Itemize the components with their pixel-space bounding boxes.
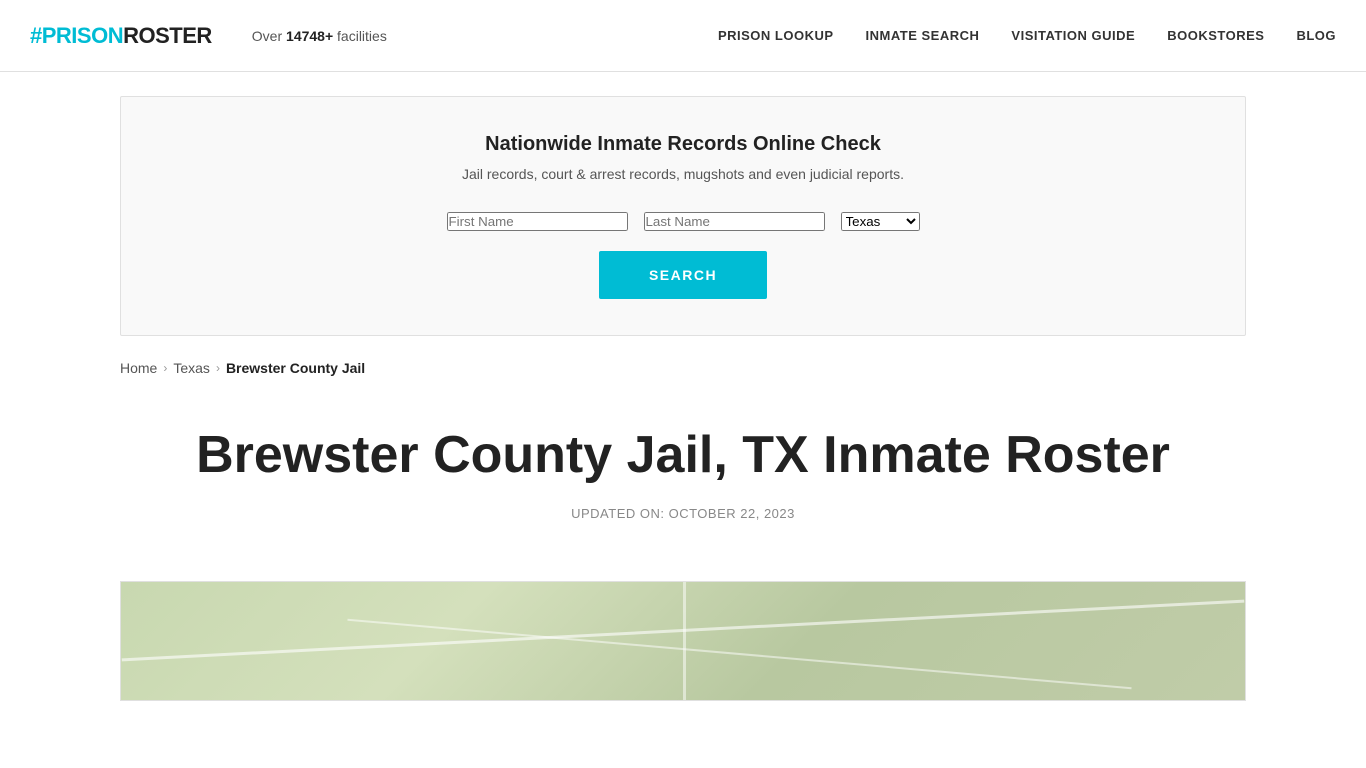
nav-prison-lookup[interactable]: PRISON LOOKUP bbox=[718, 28, 834, 43]
logo-prison: PRISON bbox=[42, 23, 123, 49]
site-logo[interactable]: #PRISONROSTER bbox=[30, 23, 212, 49]
nav-bookstores[interactable]: BOOKSTORES bbox=[1167, 28, 1264, 43]
first-name-input[interactable] bbox=[447, 212, 628, 231]
search-button[interactable]: SEARCH bbox=[599, 251, 767, 299]
search-inputs-row: Texas Alabama Alaska California Florida … bbox=[181, 212, 1185, 231]
breadcrumb-sep-2: › bbox=[216, 361, 220, 375]
facilities-text: Over 14748+ facilities bbox=[252, 28, 387, 44]
search-button-row: SEARCH bbox=[181, 251, 1185, 299]
page-title: Brewster County Jail, TX Inmate Roster bbox=[120, 426, 1246, 486]
breadcrumb-current: Brewster County Jail bbox=[226, 360, 365, 376]
search-title: Nationwide Inmate Records Online Check bbox=[181, 133, 1185, 156]
main-content: Brewster County Jail, TX Inmate Roster U… bbox=[0, 386, 1366, 581]
map-section bbox=[120, 581, 1246, 701]
map-placeholder bbox=[121, 582, 1245, 700]
search-subtitle: Jail records, court & arrest records, mu… bbox=[181, 166, 1185, 182]
main-nav: PRISON LOOKUP INMATE SEARCH VISITATION G… bbox=[718, 28, 1336, 43]
nav-inmate-search[interactable]: INMATE SEARCH bbox=[866, 28, 980, 43]
map-road-vertical bbox=[683, 582, 686, 700]
logo-roster: ROSTER bbox=[123, 23, 212, 49]
logo-hash: # bbox=[30, 23, 42, 49]
site-header: #PRISONROSTER Over 14748+ facilities PRI… bbox=[0, 0, 1366, 72]
breadcrumb-state[interactable]: Texas bbox=[173, 360, 210, 376]
breadcrumb-sep-1: › bbox=[163, 361, 167, 375]
state-select[interactable]: Texas Alabama Alaska California Florida … bbox=[841, 212, 920, 231]
search-section: Nationwide Inmate Records Online Check J… bbox=[120, 96, 1246, 336]
nav-blog[interactable]: BLOG bbox=[1296, 28, 1336, 43]
nav-visitation-guide[interactable]: VISITATION GUIDE bbox=[1011, 28, 1135, 43]
breadcrumb: Home › Texas › Brewster County Jail bbox=[120, 360, 1246, 376]
last-name-input[interactable] bbox=[644, 212, 825, 231]
breadcrumb-home[interactable]: Home bbox=[120, 360, 157, 376]
updated-label: UPDATED ON: OCTOBER 22, 2023 bbox=[120, 506, 1246, 521]
facilities-count: 14748+ bbox=[286, 28, 333, 44]
